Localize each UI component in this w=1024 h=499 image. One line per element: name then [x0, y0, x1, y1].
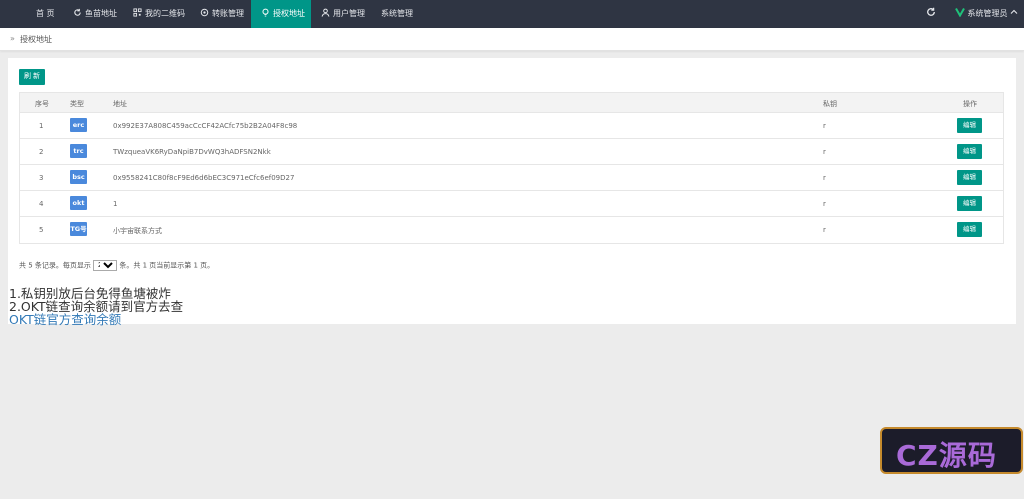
nav-system-management[interactable]: 系统管理 — [381, 0, 413, 28]
edit-button[interactable]: 编辑 — [957, 170, 982, 185]
edit-button[interactable]: 编辑 — [957, 118, 982, 133]
nav-authorized-address-label: 授权地址 — [273, 9, 305, 18]
admin-label: 系统管理员 — [967, 9, 1008, 18]
row-address: 0x992E37A808C459acCcCF42ACfc75b2B2A04F8c… — [113, 122, 298, 130]
watermark-logo: CZ源码 — [880, 427, 1023, 474]
watermark-text: CZ源码 — [896, 439, 997, 472]
top-navbar: 首 页 鱼苗地址 我的二维码 转账管理 授权地址 用户管理 系统管理 系统管理员 — [0, 0, 1024, 28]
refresh-button[interactable]: 刷 新 — [19, 69, 45, 85]
pager-prefix: 共 5 条记录。每页显示 — [19, 261, 91, 270]
type-badge: okt — [70, 196, 87, 210]
per-page-select[interactable]: 20 — [93, 260, 118, 271]
header-actions: 操作 — [963, 100, 977, 108]
okt-balance-link[interactable]: OKT链官方查询余额 — [9, 313, 183, 326]
row-index: 5 — [39, 226, 44, 234]
table-row: 3 bsc 0x9558241C80f8cF9Ed6d6bEC3C971eCfc… — [20, 165, 1003, 191]
pagination-info: 共 5 条记录。每页显示 20 条。共 1 页当前显示第 1 页。 — [19, 260, 214, 271]
type-badge: bsc — [70, 170, 87, 184]
table-header: 序号 类型 地址 私钥 操作 — [20, 93, 1003, 113]
row-address: 1 — [113, 200, 118, 208]
nav-transfer[interactable]: 转账管理 — [200, 0, 244, 28]
user-icon — [321, 8, 330, 17]
row-index: 1 — [39, 122, 44, 130]
refresh-icon — [74, 8, 81, 16]
nav-user-management[interactable]: 用户管理 — [321, 0, 365, 28]
reload-icon — [927, 7, 935, 16]
nav-fish-address-label: 鱼苗地址 — [85, 9, 117, 18]
lightbulb-icon — [262, 8, 269, 17]
table-row: 2 trc TWzqueaVK6RyDaNpiB7DvWQ3hADFSN2Nkk… — [20, 139, 1003, 165]
content-card: 刷 新 序号 类型 地址 私钥 操作 1 erc 0x992E37A808C45… — [8, 58, 1016, 324]
row-index: 3 — [39, 174, 44, 182]
table-row: 4 okt 1 r 编辑 — [20, 191, 1003, 217]
notes-block: 1.私钥别放后台免得鱼塘被炸 2.OKT链查询余额请到官方去查 OKT链官方查询… — [9, 287, 183, 326]
nav-authorized-address[interactable]: 授权地址 — [251, 0, 311, 28]
row-address: 0x9558241C80f8cF9Ed6d6bEC3C971eCfc6ef09D… — [113, 174, 295, 182]
header-type: 类型 — [70, 100, 84, 108]
nav-qrcode-label: 我的二维码 — [145, 9, 185, 18]
chevron-up-icon — [1010, 9, 1018, 14]
nav-transfer-label: 转账管理 — [212, 9, 244, 18]
type-badge: TG号 — [70, 222, 87, 236]
row-address: 小宇宙联系方式 — [113, 227, 162, 235]
header-address: 地址 — [113, 100, 127, 108]
nav-system-management-label: 系统管理 — [381, 9, 413, 18]
table-row: 5 TG号 小宇宙联系方式 r 编辑 — [20, 217, 1003, 243]
row-index: 2 — [39, 148, 44, 156]
row-private-key: r — [823, 148, 826, 156]
gear-icon — [200, 8, 209, 17]
edit-button[interactable]: 编辑 — [957, 222, 982, 237]
type-badge: trc — [70, 144, 87, 158]
nav-user-management-label: 用户管理 — [333, 9, 365, 18]
row-address: TWzqueaVK6RyDaNpiB7DvWQ3hADFSN2Nkk — [113, 148, 271, 156]
qrcode-icon — [133, 8, 142, 17]
row-index: 4 — [39, 200, 44, 208]
nav-home[interactable]: 首 页 — [36, 0, 55, 28]
reload-button[interactable] — [926, 0, 936, 28]
nav-fish-address[interactable]: 鱼苗地址 — [73, 0, 117, 28]
table-row: 1 erc 0x992E37A808C459acCcCF42ACfc75b2B2… — [20, 113, 1003, 139]
breadcrumb-separator-icon: » — [10, 34, 15, 43]
header-private-key: 私钥 — [823, 100, 837, 108]
row-private-key: r — [823, 122, 826, 130]
type-badge: erc — [70, 118, 87, 132]
row-private-key: r — [823, 174, 826, 182]
nav-qrcode[interactable]: 我的二维码 — [133, 0, 185, 28]
address-table: 序号 类型 地址 私钥 操作 1 erc 0x992E37A808C459acC… — [19, 92, 1004, 244]
edit-button[interactable]: 编辑 — [957, 196, 982, 211]
edit-button[interactable]: 编辑 — [957, 144, 982, 159]
pager-suffix: 条。共 1 页当前显示第 1 页。 — [119, 261, 215, 270]
row-private-key: r — [823, 226, 826, 234]
nav-home-label: 首 页 — [36, 9, 55, 18]
admin-menu[interactable]: 系统管理员 — [955, 0, 1018, 28]
logo-v-icon — [955, 8, 965, 18]
breadcrumb-current: 授权地址 — [20, 35, 52, 44]
row-private-key: r — [823, 200, 826, 208]
header-index: 序号 — [35, 100, 49, 108]
breadcrumb: » 授权地址 — [0, 28, 1024, 51]
